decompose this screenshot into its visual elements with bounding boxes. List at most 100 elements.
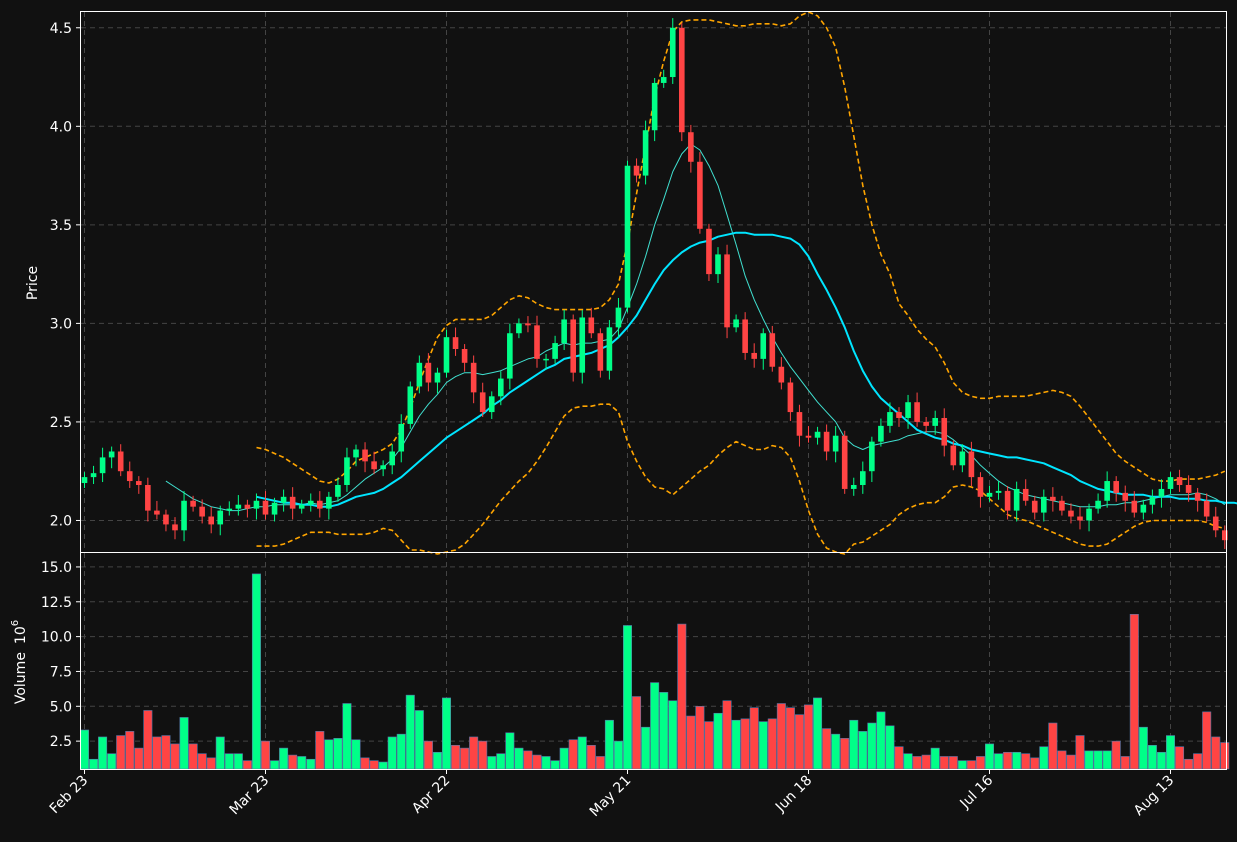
candle-down — [923, 421, 929, 426]
volume-bar — [1012, 751, 1022, 770]
volume-bar — [1111, 740, 1121, 770]
candle-up — [1149, 496, 1156, 505]
volume-bar — [1156, 751, 1166, 770]
candle-down — [1050, 496, 1056, 501]
volume-bar — [469, 736, 479, 770]
candle-down — [588, 317, 595, 334]
candle-down — [977, 477, 984, 497]
volume-bar — [650, 682, 660, 770]
candle-down — [208, 516, 214, 525]
candle-down — [262, 500, 269, 515]
volume-axis-label: Volume — [13, 652, 29, 704]
candle-up — [1158, 488, 1165, 497]
volume-bar — [80, 729, 90, 770]
volume-bar — [713, 712, 723, 770]
candle-down — [1176, 477, 1183, 485]
volume-bar — [505, 732, 515, 770]
candle-down — [479, 392, 486, 413]
price-tick-label: 2.5 — [50, 415, 72, 431]
candle-up — [271, 502, 278, 515]
candle-down — [190, 500, 196, 507]
volume-bar — [460, 747, 470, 770]
volume-bar — [125, 731, 135, 770]
candle-up — [443, 337, 450, 373]
candle-up — [407, 386, 414, 424]
price-tick-label: 3.0 — [50, 316, 72, 332]
volume-bar — [351, 739, 361, 770]
candle-up — [488, 396, 495, 413]
volume-bar — [731, 719, 741, 770]
candle-up — [543, 358, 549, 361]
volume-bar — [677, 623, 687, 770]
volume-bar — [279, 747, 289, 770]
candle-up — [760, 333, 767, 359]
volume-bar — [514, 747, 524, 770]
candle-down — [1131, 500, 1138, 513]
volume-bar — [532, 754, 542, 770]
candle-down — [896, 412, 902, 418]
candle-up — [353, 449, 359, 458]
candle-down — [371, 461, 377, 470]
price-tick-label: 2.0 — [50, 513, 72, 529]
stock-chart: 2.0 2.5 3.0 3.5 4.0 4.5 2.5 5.0 7.5 10.0 12.5 15.0… — [0, 0, 1237, 842]
volume-bar — [1184, 758, 1194, 770]
candle-down — [688, 132, 694, 162]
candle-down — [470, 362, 477, 393]
volume-bar — [622, 625, 632, 770]
volume-bar — [333, 738, 343, 770]
candle-up — [81, 477, 88, 484]
volume-bar — [478, 740, 488, 770]
volume-bar — [994, 753, 1004, 770]
volume-tick-label: 7.5 — [50, 664, 72, 680]
volume-bar — [170, 743, 180, 770]
candle-down — [1113, 481, 1119, 493]
volume-bar — [1166, 735, 1176, 770]
volume-tick-label: 5.0 — [50, 699, 72, 715]
candle-down — [787, 382, 794, 413]
volume-bar — [840, 738, 850, 770]
candle-up — [814, 431, 821, 438]
candle-down — [697, 161, 703, 229]
price-tick-label: 4.5 — [50, 21, 72, 37]
volume-bar — [242, 760, 252, 770]
candle-down — [1022, 488, 1029, 501]
candle-up — [307, 500, 314, 505]
volume-bar — [315, 731, 325, 770]
volume-bar — [867, 722, 877, 770]
volume-bar — [288, 754, 298, 770]
volume-axis-exponent-power: 6 — [10, 620, 21, 626]
volume-bar — [414, 710, 424, 770]
volume-bar — [143, 710, 153, 770]
volume-tick-label: 2.5 — [50, 734, 72, 750]
candle-up — [860, 471, 866, 485]
volume-bar — [179, 717, 189, 770]
candle-up — [624, 165, 631, 308]
candle-down — [244, 504, 251, 509]
volume-bar — [233, 753, 243, 770]
candle-down — [154, 510, 160, 515]
volume-bar — [432, 751, 442, 770]
volume-tick-label: 15.0 — [41, 560, 72, 576]
candle-up — [1140, 504, 1147, 513]
price-tick-label: 3.5 — [50, 218, 72, 234]
volume-bar — [550, 760, 560, 770]
candle-up — [1167, 477, 1174, 489]
volume-bar — [632, 696, 642, 770]
volume-bar — [686, 715, 696, 770]
volume-bar — [613, 740, 623, 770]
volume-bar — [876, 711, 886, 770]
volume-bar — [975, 756, 985, 770]
candle-up — [398, 423, 405, 452]
volume-bar — [396, 733, 406, 770]
candle-down — [823, 431, 830, 452]
volume-bar — [1175, 746, 1185, 770]
volume-bar — [451, 745, 461, 770]
volume-bar — [134, 747, 144, 770]
candle-up — [579, 317, 586, 373]
volume-bar — [595, 756, 605, 770]
candle-down — [679, 27, 685, 133]
candle-down — [117, 451, 124, 472]
volume-bar — [695, 705, 705, 770]
candle-down — [1004, 490, 1011, 511]
volume-bar — [306, 758, 316, 770]
